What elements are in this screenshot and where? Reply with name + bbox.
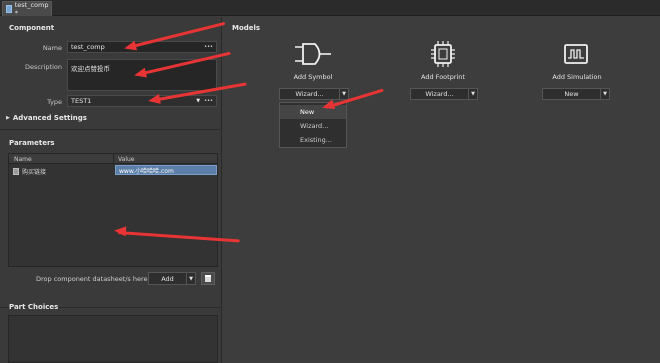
symbol-button-label: Wizard... [295,90,324,98]
footprint-wizard-button[interactable]: Wizard... ▼ [410,88,478,100]
part-choices-section-title: Part Choices [9,303,59,311]
trash-icon [205,275,211,282]
simulation-icon[interactable] [563,43,589,65]
parameter-doc-icon [13,167,19,175]
type-select[interactable]: TEST1 ▼ ••• [67,95,217,107]
chevron-down-icon[interactable]: ▼ [468,89,477,99]
simulation-button-label: New [564,90,579,98]
component-section-title: Component [9,24,55,32]
menu-item-existing[interactable]: Existing... [280,133,346,147]
add-parameter-button[interactable]: Add ▼ [148,272,196,285]
add-simulation-title: Add Simulation [552,73,602,81]
datasheet-drop-text: Drop component datasheet/s here or [36,275,157,283]
table-row[interactable]: 购买链接 [13,166,113,176]
chevron-down-icon[interactable]: ▼ [600,89,609,99]
menu-item-new[interactable]: New [280,105,346,119]
column-divider [113,154,114,164]
symbol-icon[interactable] [291,41,335,67]
advanced-settings-label: Advanced Settings [12,114,87,122]
description-label: Description [24,63,62,71]
column-header-value: Value [118,156,135,163]
description-value: 欢迎点赞投币 [71,65,110,73]
parameter-name: 购买链接 [22,168,47,176]
column-header-name: Name [14,156,32,163]
footprint-icon[interactable] [430,40,456,68]
chevron-down-icon[interactable]: ▼ [196,98,200,104]
parameter-value-cell[interactable]: www.小哈哈哈.com [115,165,217,175]
name-more-icon[interactable]: ••• [204,44,213,50]
document-tab-bar: test_comp * [0,0,660,17]
menu-item-wizard[interactable]: Wizard... [280,119,346,133]
type-label: Type [47,98,62,106]
expand-triangle-icon: ▶ [6,115,10,121]
chevron-down-icon[interactable]: ▼ [339,89,348,99]
type-more-icon[interactable]: ••• [204,98,213,104]
name-label: Name [42,44,62,52]
models-section-title: Models [232,24,261,32]
divider [0,129,222,130]
simulation-new-button[interactable]: New ▼ [542,88,610,100]
tab-title: test_comp * [14,1,49,17]
add-footprint-title: Add Footprint [421,73,465,81]
document-icon [6,5,12,13]
models-panel: Models Add Symbol Wizard... ▼ New Wizard… [223,17,660,363]
symbol-wizard-button[interactable]: Wizard... ▼ [279,88,349,100]
symbol-dropdown-menu: New Wizard... Existing... [279,102,347,148]
parameters-table-header: Name Value [9,154,217,164]
chevron-down-icon[interactable]: ▼ [186,273,195,284]
type-value: TEST1 [71,97,92,105]
footprint-button-label: Wizard... [425,90,454,98]
tab-test-comp[interactable]: test_comp * [2,1,52,17]
name-value: test_comp [71,43,105,51]
add-button-label: Add [161,274,174,283]
parameters-section-title: Parameters [9,139,55,147]
add-symbol-title: Add Symbol [293,73,333,81]
delete-parameter-button[interactable] [201,272,215,285]
advanced-settings-toggle[interactable]: ▶ Advanced Settings [6,114,87,122]
part-choices-area[interactable] [8,315,218,363]
parameters-table[interactable]: Name Value 购买链接 www.小哈哈哈.com [8,153,218,267]
